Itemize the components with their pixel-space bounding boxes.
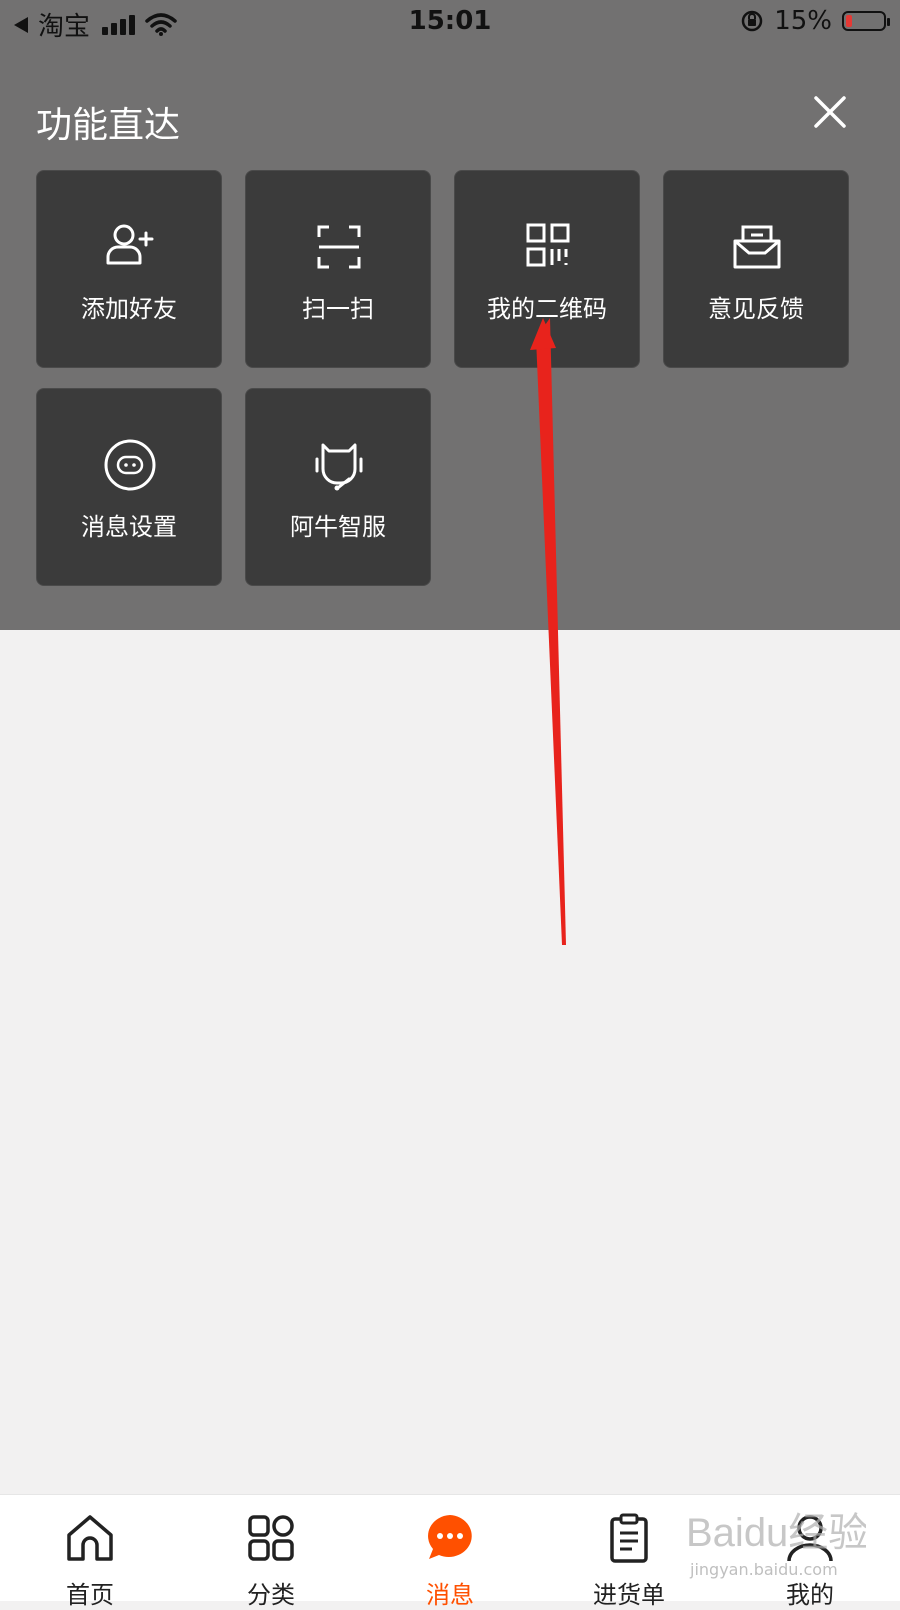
feedback-tile[interactable]: 意见反馈 (663, 170, 849, 368)
clipboard-icon (610, 1513, 648, 1563)
scan-tile[interactable]: 扫一扫 (245, 170, 431, 368)
panel-title: 功能直达 (36, 105, 181, 146)
tile-label: 我的二维码 (487, 295, 607, 323)
tab-home[interactable]: 首页 (30, 1511, 150, 1610)
customer-service-icon (315, 443, 363, 491)
status-right: 15% (740, 6, 890, 36)
category-icon (248, 1515, 294, 1561)
rotation-lock-icon (741, 10, 763, 32)
status-bar: 淘宝 15:01 15% (0, 0, 900, 46)
message-icon (428, 1515, 472, 1559)
add-friend-icon (106, 224, 154, 265)
watermark-subtext: jingyan.baidu.com (690, 1560, 838, 1579)
battery-percent: 15% (774, 6, 832, 36)
tab-purchase-list[interactable]: 进货单 (569, 1511, 689, 1610)
function-overlay-panel: 淘宝 15:01 15% 功能直达 添加好友 扫一扫 我的二维码 意见反馈 消息… (0, 0, 900, 630)
home-icon (67, 1515, 113, 1561)
tile-label: 添加好友 (81, 295, 177, 323)
qr-code-tile[interactable]: 我的二维码 (454, 170, 640, 368)
message-settings-tile[interactable]: 消息设置 (36, 388, 222, 586)
qr-code-icon (526, 223, 570, 267)
tile-label: 扫一扫 (302, 295, 374, 323)
close-icon[interactable] (810, 92, 850, 132)
feedback-icon (733, 225, 781, 269)
tile-label: 消息设置 (81, 513, 177, 541)
tab-label: 首页 (66, 1581, 114, 1609)
tab-category[interactable]: 分类 (211, 1511, 331, 1610)
scan-icon (317, 225, 361, 269)
customer-service-tile[interactable]: 阿牛智服 (245, 388, 431, 586)
tile-label: 意见反馈 (708, 295, 804, 323)
add-friend-tile[interactable]: 添加好友 (36, 170, 222, 368)
tab-label: 分类 (247, 1581, 295, 1609)
battery-icon (842, 11, 890, 31)
tab-label: 消息 (426, 1581, 474, 1609)
watermark-text: Baidu经验 (686, 1511, 866, 1555)
tile-label: 阿牛智服 (290, 513, 386, 541)
message-settings-icon (104, 439, 156, 491)
tab-message[interactable]: 消息 (390, 1511, 510, 1610)
tab-label: 进货单 (593, 1581, 665, 1609)
